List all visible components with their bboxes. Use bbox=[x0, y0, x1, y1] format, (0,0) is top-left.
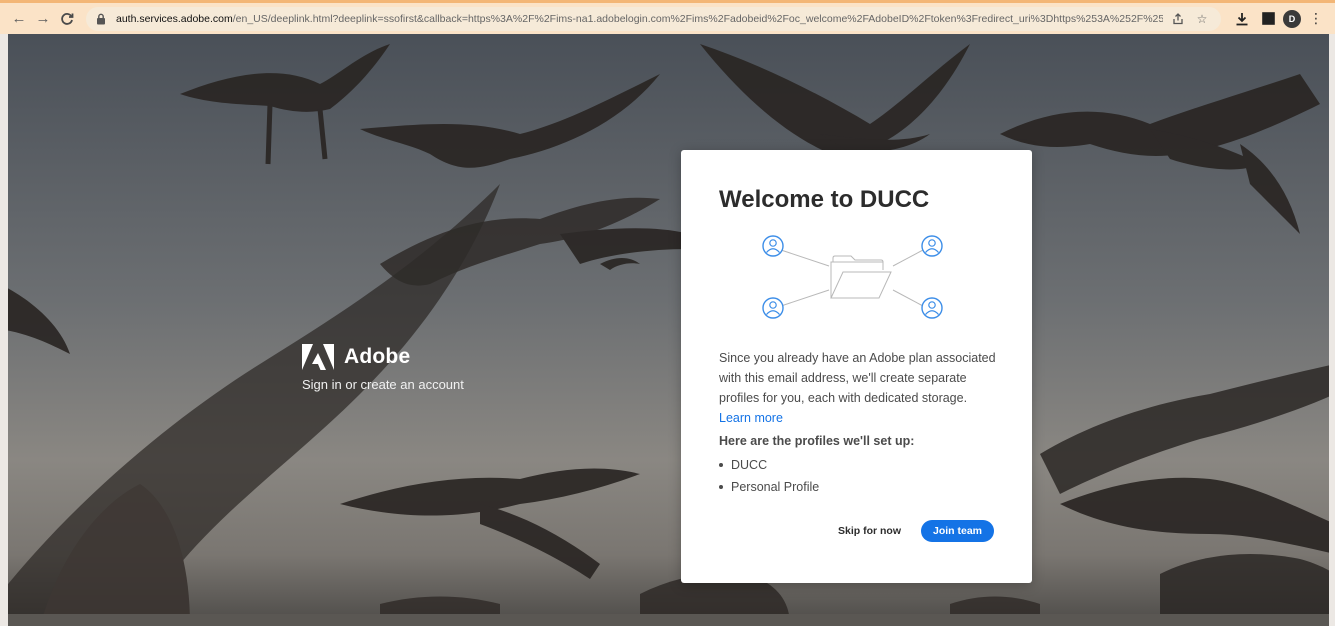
list-item: DUCC bbox=[719, 454, 819, 476]
back-arrow-icon[interactable]: ← bbox=[8, 8, 30, 30]
list-item: Personal Profile bbox=[719, 476, 819, 498]
page-frame-left bbox=[0, 34, 8, 626]
address-bar[interactable]: auth.services.adobe.com/en_US/deeplink.h… bbox=[86, 6, 1221, 31]
card-actions: Skip for now Join team bbox=[838, 520, 994, 542]
profiles-heading: Here are the profiles we'll set up: bbox=[719, 434, 915, 448]
user-avatar-icon bbox=[921, 297, 943, 319]
card-description: Since you already have an Adobe plan ass… bbox=[719, 348, 999, 428]
user-avatar-icon bbox=[762, 235, 784, 257]
page-frame-right bbox=[1329, 34, 1335, 626]
profiles-folder-illustration bbox=[762, 235, 943, 319]
adobe-branding: Adobe Sign in or create an account bbox=[302, 344, 464, 392]
bullet-icon bbox=[719, 463, 723, 467]
seagulls-illustration bbox=[0, 44, 1335, 626]
learn-more-link[interactable]: Learn more bbox=[719, 411, 783, 425]
menu-kebab-icon[interactable]: ⋮ bbox=[1305, 8, 1327, 30]
description-text: Since you already have an Adobe plan ass… bbox=[719, 351, 996, 405]
browser-toolbar: ← → auth.services.adobe.com/en_US/deepli… bbox=[0, 0, 1335, 34]
reload-icon[interactable] bbox=[56, 8, 78, 30]
card-title: Welcome to DUCC bbox=[719, 186, 930, 213]
lock-icon[interactable] bbox=[96, 13, 108, 25]
profiles-list: DUCC Personal Profile bbox=[719, 454, 819, 498]
adobe-logo-icon bbox=[302, 344, 334, 370]
background-photo bbox=[0, 34, 1335, 626]
bullet-icon bbox=[719, 485, 723, 489]
download-icon[interactable] bbox=[1231, 8, 1253, 30]
profile-avatar[interactable]: D bbox=[1283, 9, 1301, 28]
bookmark-star-icon[interactable]: ☆ bbox=[1193, 10, 1211, 28]
forward-arrow-icon[interactable]: → bbox=[32, 8, 54, 30]
side-panel-icon[interactable] bbox=[1257, 8, 1279, 30]
welcome-card: Welcome to DUCC Since you already have a… bbox=[681, 150, 1032, 583]
brand-name: Adobe bbox=[344, 345, 411, 368]
share-icon[interactable] bbox=[1169, 10, 1187, 28]
user-avatar-icon bbox=[762, 297, 784, 319]
bottom-strip bbox=[8, 614, 1329, 626]
brand-tagline: Sign in or create an account bbox=[302, 377, 464, 392]
user-avatar-icon bbox=[921, 235, 943, 257]
join-team-button[interactable]: Join team bbox=[920, 520, 994, 542]
skip-for-now-button[interactable]: Skip for now bbox=[838, 525, 901, 537]
url-text: auth.services.adobe.com/en_US/deeplink.h… bbox=[116, 12, 1163, 25]
